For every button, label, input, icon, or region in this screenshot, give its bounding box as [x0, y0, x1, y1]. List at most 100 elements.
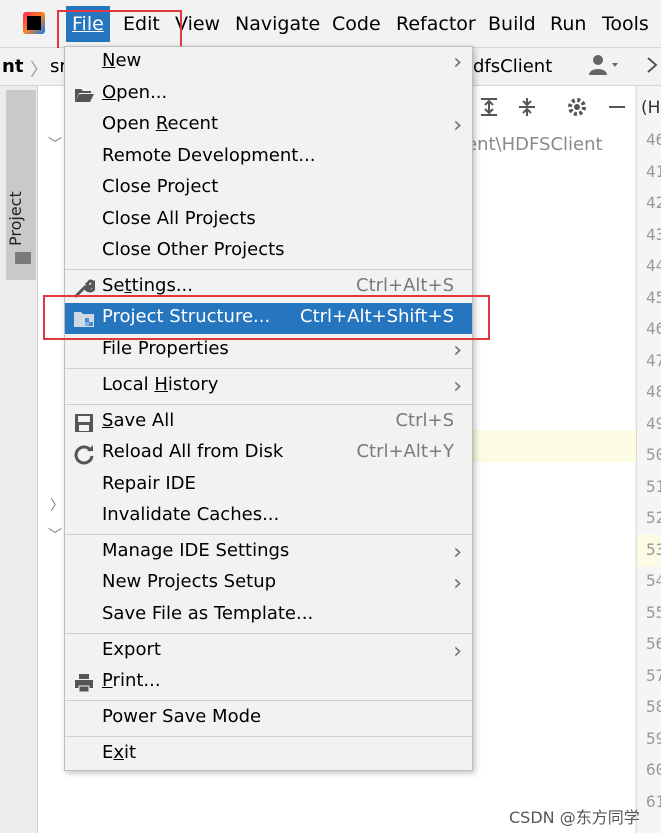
line-number-gutter: 46 41 42 43 44 45 46 47 48 49 50 51 52 53 54 55 56 57 58 59…: [636, 86, 661, 833]
submenu-arrow-icon: ›: [453, 374, 462, 399]
menu-navigate[interactable]: Navigate: [235, 0, 320, 48]
submenu-arrow-icon: ›: [453, 540, 462, 565]
line-number: 61: [646, 791, 661, 811]
menu-item-shortcut: Ctrl+Alt+Shift+S: [300, 306, 454, 327]
menu-item-label: Project Structure...: [102, 306, 271, 327]
menu-item-label: Remote Development...: [102, 145, 316, 166]
expand-all-icon[interactable]: [478, 96, 500, 118]
line-number: 45: [646, 287, 661, 307]
menu-item-shortcut: Ctrl+S: [395, 410, 454, 431]
menu-item-exit[interactable]: Exit: [65, 739, 472, 770]
collapse-chevron-icon[interactable]: ﹀: [48, 134, 62, 154]
menu-item-label: File Properties: [102, 338, 229, 359]
line-number: 46: [646, 319, 661, 338]
more-arrow-icon[interactable]: [645, 56, 659, 79]
menu-item-file-properties[interactable]: File Properties ›: [65, 335, 472, 366]
line-number: 44: [646, 256, 661, 275]
menubar: File Edit View Navigate Code Refactor Bu…: [0, 0, 661, 48]
line-number: 59: [646, 728, 661, 748]
line-number: 50: [646, 445, 661, 464]
line-number: 43: [646, 224, 661, 244]
menu-item-power-save-mode[interactable]: Power Save Mode: [65, 703, 472, 734]
menu-item-invalidate-caches[interactable]: Invalidate Caches...: [65, 501, 472, 532]
menu-tools[interactable]: Tools: [602, 0, 649, 48]
breadcrumb-file[interactable]: dfsClient: [473, 56, 552, 77]
submenu-arrow-icon: ›: [453, 338, 462, 363]
menu-item-new[interactable]: New ›: [65, 47, 472, 78]
menu-separator: [65, 633, 472, 634]
line-number: 53: [646, 539, 661, 559]
left-tool-strip: Project: [0, 86, 38, 833]
line-number: 49: [646, 413, 661, 433]
project-root-path: ent\HDFSClient: [466, 134, 603, 155]
menu-item-open[interactable]: Open...: [65, 79, 472, 110]
menu-run[interactable]: Run: [550, 0, 586, 48]
print-icon: [73, 672, 95, 694]
menu-item-label: Close Other Projects: [102, 239, 285, 260]
menu-item-shortcut: Ctrl+Alt+S: [356, 275, 454, 296]
collapse-all-icon[interactable]: [516, 96, 538, 118]
line-number: 46: [646, 130, 661, 149]
line-number: 41: [646, 161, 661, 181]
watermark: CSDN @东方同学: [509, 808, 640, 827]
menu-item-label: Close Project: [102, 176, 219, 197]
collapse-chevron-icon[interactable]: ﹀: [48, 525, 62, 545]
line-number: 47: [646, 350, 661, 370]
menu-item-close-project[interactable]: Close Project: [65, 173, 472, 204]
gear-icon[interactable]: [566, 96, 588, 118]
current-line-highlight: [470, 430, 636, 462]
menu-file[interactable]: File: [66, 6, 110, 42]
breadcrumb-project[interactable]: nt: [2, 56, 23, 77]
expand-chevron-icon[interactable]: 〉: [50, 495, 64, 515]
menu-item-shortcut: Ctrl+Alt+Y: [356, 441, 454, 462]
menu-item-label: Manage IDE Settings: [102, 540, 290, 561]
line-number: 51: [646, 476, 661, 496]
menu-item-label: Save All: [102, 410, 175, 431]
menu-item-repair-ide[interactable]: Repair IDE: [65, 470, 472, 501]
menu-item-export[interactable]: Export ›: [65, 636, 472, 667]
menu-file-label: File: [72, 13, 104, 35]
menu-build[interactable]: Build: [488, 0, 536, 48]
menu-separator: [65, 534, 472, 535]
intellij-logo-icon: [23, 12, 45, 34]
menu-item-close-other-projects[interactable]: Close Other Projects: [65, 236, 472, 267]
menu-view[interactable]: View: [175, 0, 220, 48]
menu-separator: [65, 368, 472, 369]
menu-separator: [65, 269, 472, 270]
line-number: 48: [646, 382, 661, 401]
menu-item-close-all-projects[interactable]: Close All Projects: [65, 205, 472, 236]
user-icon[interactable]: [588, 54, 622, 81]
menu-item-label: Export: [102, 639, 161, 660]
menu-item-reload-all[interactable]: Reload All from Disk Ctrl+Alt+Y: [65, 438, 472, 469]
menu-item-save-file-as-template[interactable]: Save File as Template...: [65, 600, 472, 631]
menu-item-save-all[interactable]: Save All Ctrl+S: [65, 407, 472, 438]
minimize-icon[interactable]: [606, 96, 628, 118]
breadcrumb-separator-icon: 〉: [30, 60, 48, 81]
submenu-arrow-icon: ›: [453, 571, 462, 596]
line-number: 60: [646, 760, 661, 779]
menu-item-local-history[interactable]: Local History ›: [65, 371, 472, 402]
submenu-arrow-icon: ›: [453, 113, 462, 138]
folder-open-icon: [73, 84, 95, 106]
menu-separator: [65, 700, 472, 701]
menu-item-print[interactable]: Print...: [65, 667, 472, 698]
menu-code[interactable]: Code: [332, 0, 381, 48]
menu-edit[interactable]: Edit: [123, 0, 160, 48]
menu-item-manage-ide-settings[interactable]: Manage IDE Settings ›: [65, 537, 472, 568]
menu-item-label: Reload All from Disk: [102, 441, 284, 462]
menu-item-new-projects-setup[interactable]: New Projects Setup ›: [65, 568, 472, 599]
wrench-icon: [73, 277, 97, 299]
menu-item-label: New Projects Setup: [102, 571, 277, 592]
submenu-arrow-icon: ›: [453, 50, 462, 75]
menu-item-label: Open...: [102, 82, 168, 103]
line-number: 54: [646, 571, 661, 590]
menu-item-remote-development[interactable]: Remote Development...: [65, 142, 472, 173]
line-number: 57: [646, 665, 661, 685]
menu-item-project-structure[interactable]: Project Structure... Ctrl+Alt+Shift+S: [65, 303, 472, 334]
menu-item-label: Repair IDE: [102, 473, 196, 494]
line-number: 52: [646, 508, 661, 527]
menu-item-open-recent[interactable]: Open Recent ›: [65, 110, 472, 141]
menu-item-settings[interactable]: Settings... Ctrl+Alt+S: [65, 272, 472, 303]
menu-refactor[interactable]: Refactor: [396, 0, 476, 48]
editor-tab-fragment[interactable]: (H: [641, 98, 660, 118]
